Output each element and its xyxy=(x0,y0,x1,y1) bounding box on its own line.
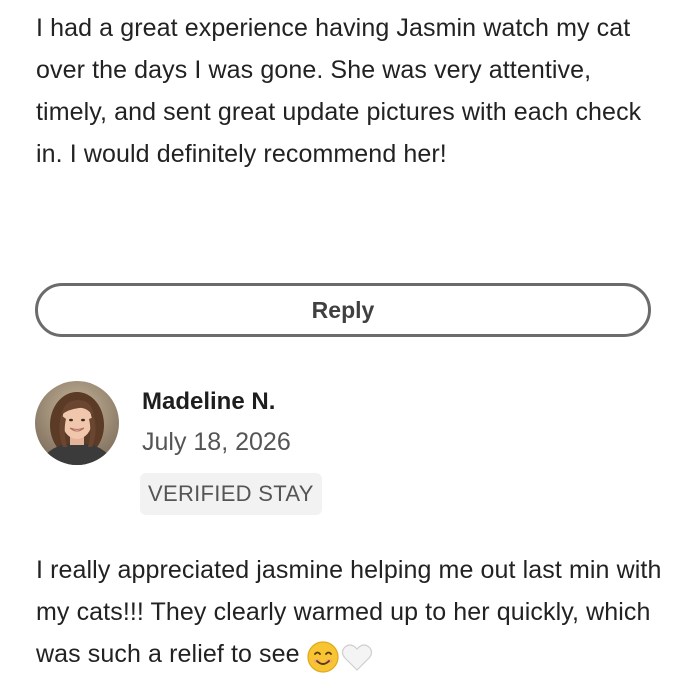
verified-stay-badge: VERIFIED STAY xyxy=(140,473,322,515)
verified-stay-label: VERIFIED STAY xyxy=(148,481,314,506)
review-text: I had a great experience having Jasmin w… xyxy=(36,14,642,168)
avatar xyxy=(35,381,119,465)
smiling-face-icon xyxy=(307,641,339,673)
review-text: I really appreciated jasmine helping me … xyxy=(36,549,666,676)
reviewer-name: Madeline N. xyxy=(142,388,276,415)
white-heart-icon xyxy=(341,644,372,671)
reviewer-photo xyxy=(35,381,119,465)
emoji-row xyxy=(306,634,374,676)
reply-button[interactable]: Reply xyxy=(35,283,651,337)
review-date: July 18, 2026 xyxy=(142,428,291,456)
